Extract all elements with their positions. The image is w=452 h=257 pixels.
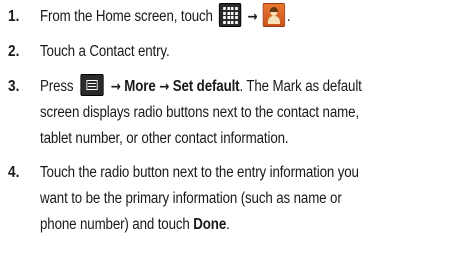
step-number: 3.	[8, 78, 20, 95]
step-number: 1.	[8, 8, 20, 25]
arrow-icon: →	[110, 79, 121, 95]
done-label: Done	[193, 216, 227, 233]
menu-key-icon	[80, 73, 104, 96]
step-number: 2.	[8, 43, 20, 60]
more-label: More	[124, 78, 156, 95]
step-1-text: From the Home screen, touch	[40, 8, 213, 25]
apps-grid-icon	[219, 2, 242, 27]
step-2-text: Touch a Contact entry.	[40, 43, 170, 60]
step-4-line-3: phone number) and touch	[40, 216, 190, 233]
step-text: From the Home screen, touch → .	[40, 2, 452, 30]
step-text: Touch the radio button next to the entry…	[40, 160, 452, 238]
step-4-line-1: Touch the radio button next to the entry…	[40, 164, 359, 181]
step-text: Touch a Contact entry.	[40, 39, 452, 65]
set-default-label: Set default	[172, 78, 240, 95]
step-3-press: Press	[40, 78, 74, 95]
arrow-icon: →	[159, 79, 170, 95]
step-3-line-2: screen displays radio buttons next to th…	[40, 104, 359, 121]
step-text: Press → More → Set default. The Mark as …	[40, 73, 452, 152]
contacts-icon	[262, 2, 286, 27]
step-4-line-2: want to be the primary information (such…	[40, 190, 342, 207]
step-4-end: .	[226, 216, 230, 233]
arrow-icon: →	[247, 9, 258, 25]
step-3-line-3: tablet number, or other contact informat…	[40, 130, 289, 147]
step-3-rest: . The Mark as default	[239, 78, 362, 95]
step-number: 4.	[8, 164, 20, 181]
step-1-end: .	[286, 8, 291, 25]
